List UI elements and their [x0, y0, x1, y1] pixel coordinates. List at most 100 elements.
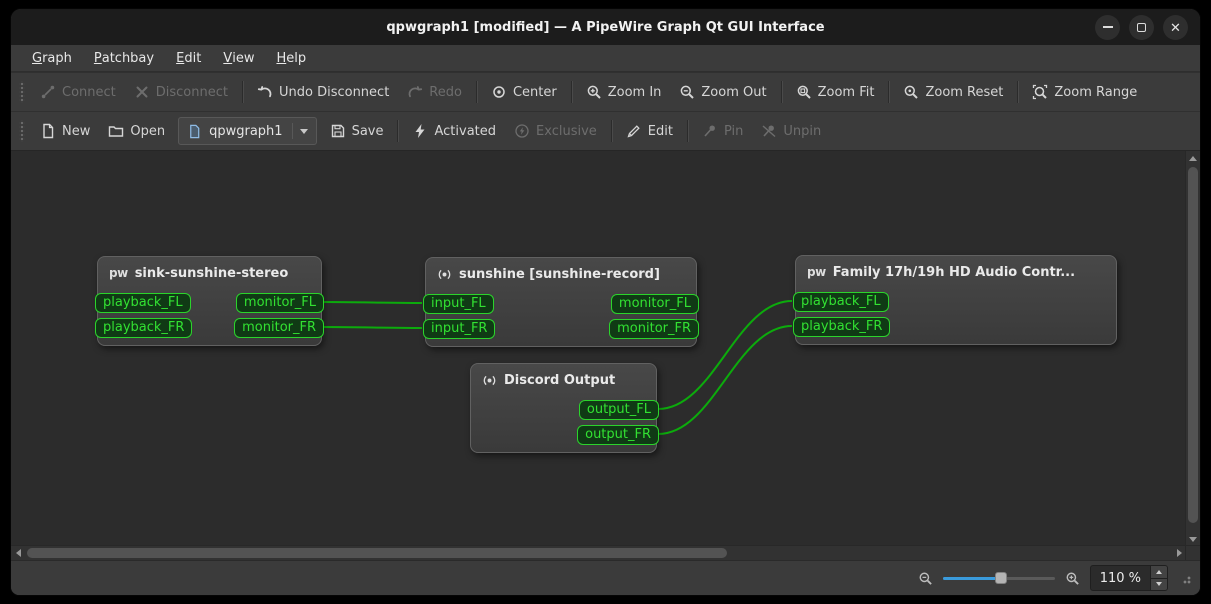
unpin-button[interactable]: Unpin	[752, 117, 830, 145]
horizontal-scrollbar[interactable]	[11, 545, 1186, 560]
port-input-fr[interactable]: input_FR	[423, 319, 496, 339]
node-discord-output[interactable]: Discord Output output_FL output_FR	[470, 363, 659, 453]
patchbay-toolbar: New Open qpwgraph1 Save Activated Exclus…	[11, 111, 1200, 150]
menu-help[interactable]: Help	[265, 45, 317, 71]
vertical-scroll-handle[interactable]	[1188, 167, 1198, 523]
close-button[interactable]: ✕	[1163, 14, 1188, 40]
save-button[interactable]: Save	[321, 117, 393, 145]
zoom-out-small-icon	[918, 571, 933, 586]
window-resize-grip[interactable]	[1178, 571, 1192, 585]
scroll-down-arrow[interactable]	[1186, 532, 1200, 546]
toolbar-separator	[610, 120, 612, 142]
horizontal-scroll-handle[interactable]	[27, 548, 727, 558]
zoom-reset-icon	[903, 84, 919, 100]
node-title: sunshine [sunshine-record]	[426, 258, 696, 290]
port-monitor-fl[interactable]: monitor_FL	[610, 294, 699, 314]
port-input-fl[interactable]: input_FL	[423, 294, 494, 314]
undo-icon	[257, 84, 273, 100]
record-icon	[437, 267, 452, 282]
menu-patchbay[interactable]: Patchbay	[83, 45, 165, 71]
connect-button[interactable]: Connect	[31, 78, 125, 106]
node-title: Discord Output	[471, 364, 656, 396]
window-controls: ✕	[1095, 14, 1200, 40]
menu-graph[interactable]: Graph	[21, 45, 83, 71]
titlebar[interactable]: qpwgraph1 [modified] — A PipeWire Graph …	[11, 9, 1200, 45]
port-playback-fr[interactable]: playback_FR	[793, 317, 891, 337]
exclusive-icon	[514, 123, 530, 139]
chevron-down-icon	[299, 128, 308, 134]
center-icon	[491, 84, 507, 100]
session-name: qpwgraph1	[209, 123, 283, 139]
port-monitor-fr[interactable]: monitor_FR	[609, 319, 699, 339]
zoom-fit-button[interactable]: Zoom Fit	[787, 78, 884, 106]
node-sink-sunshine-stereo[interactable]: pw sink-sunshine-stereo playback_FL play…	[95, 256, 324, 346]
zoom-reset-button[interactable]: Zoom Reset	[894, 78, 1012, 106]
port-playback-fl[interactable]: playback_FL	[793, 292, 889, 312]
vertical-scrollbar[interactable]	[1185, 151, 1200, 546]
statusbar: 110 %	[11, 560, 1200, 595]
menu-edit[interactable]: Edit	[165, 45, 212, 71]
maximize-button[interactable]	[1129, 14, 1154, 40]
toolbar-separator	[780, 81, 782, 103]
record-icon	[482, 373, 497, 388]
close-icon: ✕	[1170, 19, 1181, 35]
toolbar-drag-handle[interactable]	[19, 81, 25, 103]
zoom-slider[interactable]	[942, 570, 1055, 586]
edit-toggle[interactable]: Edit	[617, 117, 682, 145]
node-family-hd-audio[interactable]: pw Family 17h/19h HD Audio Contr... play…	[793, 255, 1117, 345]
window-title: qpwgraph1 [modified] — A PipeWire Graph …	[386, 19, 825, 35]
activated-toggle[interactable]: Activated	[403, 117, 505, 145]
port-monitor-fr[interactable]: monitor_FR	[234, 318, 324, 338]
lightning-icon	[412, 123, 428, 139]
new-file-icon	[40, 123, 56, 139]
menubar: Graph Patchbay Edit View Help	[11, 45, 1200, 72]
node-title: pw sink-sunshine-stereo	[109, 265, 289, 281]
node-sunshine-record[interactable]: sunshine [sunshine-record] input_FL inpu…	[423, 257, 699, 347]
zoom-out-button[interactable]: Zoom Out	[670, 78, 775, 106]
port-output-fr[interactable]: output_FR	[577, 425, 659, 445]
zoom-out-icon	[679, 84, 695, 100]
zoom-in-button[interactable]: Zoom In	[577, 78, 671, 106]
toolbar-drag-handle[interactable]	[19, 120, 25, 142]
scrollbar-corner	[1185, 545, 1200, 560]
minimize-button[interactable]	[1095, 14, 1120, 40]
port-monitor-fl[interactable]: monitor_FL	[235, 293, 324, 313]
scroll-left-arrow[interactable]	[11, 546, 25, 560]
zoom-range-button[interactable]: Zoom Range	[1023, 78, 1146, 106]
toolbar-separator	[1017, 81, 1019, 103]
zoom-slider-handle[interactable]	[994, 572, 1007, 584]
connections-layer	[322, 300, 793, 435]
zoom-value: 110 %	[1099, 570, 1141, 586]
menu-view[interactable]: View	[212, 45, 265, 71]
pin-button[interactable]: Pin	[693, 117, 752, 145]
new-button[interactable]: New	[31, 117, 99, 145]
port-output-fl[interactable]: output_FL	[578, 400, 659, 420]
session-file-icon	[187, 124, 202, 139]
open-button[interactable]: Open	[99, 117, 174, 145]
connection-monitor-fl-input-fl[interactable]	[322, 301, 423, 304]
zoom-spin-down-button[interactable]	[1151, 577, 1167, 590]
redo-icon	[407, 84, 423, 100]
undo-disconnect-button[interactable]: Undo Disconnect	[248, 78, 398, 106]
port-playback-fl[interactable]: playback_FL	[95, 293, 191, 313]
toolbar-separator	[475, 81, 477, 103]
connection-monitor-fr-input-fr[interactable]	[322, 326, 423, 329]
zoom-range-icon	[1032, 84, 1048, 100]
save-icon	[330, 123, 346, 139]
disconnect-button[interactable]: Disconnect	[125, 78, 237, 106]
session-selector[interactable]: qpwgraph1	[178, 117, 317, 145]
redo-button[interactable]: Redo	[398, 78, 471, 106]
graph-canvas[interactable]: pw sink-sunshine-stereo playback_FL play…	[11, 151, 1186, 546]
zoom-spin-up-button[interactable]	[1151, 566, 1167, 578]
port-playback-fr[interactable]: playback_FR	[95, 318, 193, 338]
zoom-in-icon	[586, 84, 602, 100]
zoom-spinbox[interactable]: 110 %	[1089, 565, 1168, 591]
scroll-right-arrow[interactable]	[1172, 546, 1186, 560]
pencil-icon	[626, 123, 642, 139]
exclusive-toggle[interactable]: Exclusive	[505, 117, 606, 145]
graph-view: pw sink-sunshine-stereo playback_FL play…	[11, 150, 1200, 560]
toolbar-separator	[397, 120, 399, 142]
scroll-up-arrow[interactable]	[1186, 151, 1200, 165]
connect-icon	[40, 84, 56, 100]
center-button[interactable]: Center	[482, 78, 566, 106]
